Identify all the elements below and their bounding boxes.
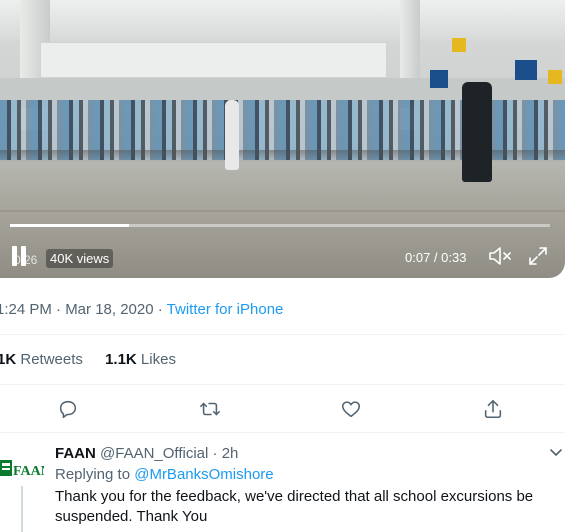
like-icon[interactable] [340, 398, 362, 420]
video-frame-person [462, 82, 492, 182]
chevron-down-icon[interactable] [549, 445, 563, 459]
video-frame-screen [430, 70, 448, 88]
tweet-meta: 1:24 PM · Mar 18, 2020 · Twitter for iPh… [0, 301, 283, 318]
video-frame-sign-yellow [548, 70, 562, 84]
video-elapsed-time: 0:26 [14, 253, 38, 267]
video-progress-fill [10, 224, 129, 227]
reply-author-handle[interactable]: @FAAN_Official [100, 445, 208, 462]
video-frame-person [225, 100, 239, 170]
share-icon[interactable] [482, 398, 504, 420]
meta-separator: · [153, 301, 167, 318]
retweets-count: 1K [0, 351, 17, 368]
expand-icon[interactable] [527, 245, 549, 267]
divider [0, 432, 565, 433]
mute-icon[interactable] [488, 245, 514, 267]
thread-line [21, 486, 23, 532]
tweet-stats: 1K Retweets 1.1K Likes [0, 351, 176, 368]
reply-body: Thank you for the feedback, we've direct… [55, 488, 534, 525]
likes-count: 1.1K [105, 351, 137, 368]
likes-stat[interactable]: 1.1K Likes [105, 351, 176, 368]
video-frame-ceiling [0, 0, 565, 40]
replying-to-prefix: Replying to [55, 466, 131, 483]
faan-avatar[interactable]: FAAN [0, 454, 44, 482]
reply-separator: · [212, 445, 218, 462]
video-frame-floor [0, 210, 565, 212]
tweet-timestamp[interactable]: 1:24 PM · Mar 18, 2020 [0, 301, 154, 318]
divider [0, 384, 565, 385]
video-frame-sign [40, 42, 387, 78]
video-views-count: 40K views [46, 249, 114, 268]
video-player[interactable]: 0:26 40K views 0:07 / 0:33 [0, 0, 565, 278]
video-time-readout: 0:07 / 0:33 [405, 250, 467, 265]
retweet-icon[interactable] [199, 398, 221, 420]
video-frame-sign-yellow [452, 38, 466, 52]
reply-icon[interactable] [57, 398, 79, 420]
reply-time[interactable]: 2h [222, 445, 239, 462]
likes-label: Likes [140, 351, 176, 368]
tweet-source-link[interactable]: Twitter for iPhone [167, 301, 284, 318]
retweets-label: Retweets [20, 351, 83, 368]
reply-header: FAAN @FAAN_Official · 2h [55, 445, 238, 462]
retweets-stat[interactable]: 1K Retweets [0, 351, 83, 368]
reply-author-name[interactable]: FAAN [55, 445, 96, 462]
video-frame-screen [515, 60, 537, 80]
divider [0, 334, 565, 335]
video-progress-bar[interactable] [10, 224, 550, 227]
replying-to-mention[interactable]: @MrBanksOmishore [134, 466, 273, 483]
replying-to-line: Replying to @MrBanksOmishore [55, 466, 274, 483]
avatar-logo-text: FAAN [13, 464, 44, 479]
